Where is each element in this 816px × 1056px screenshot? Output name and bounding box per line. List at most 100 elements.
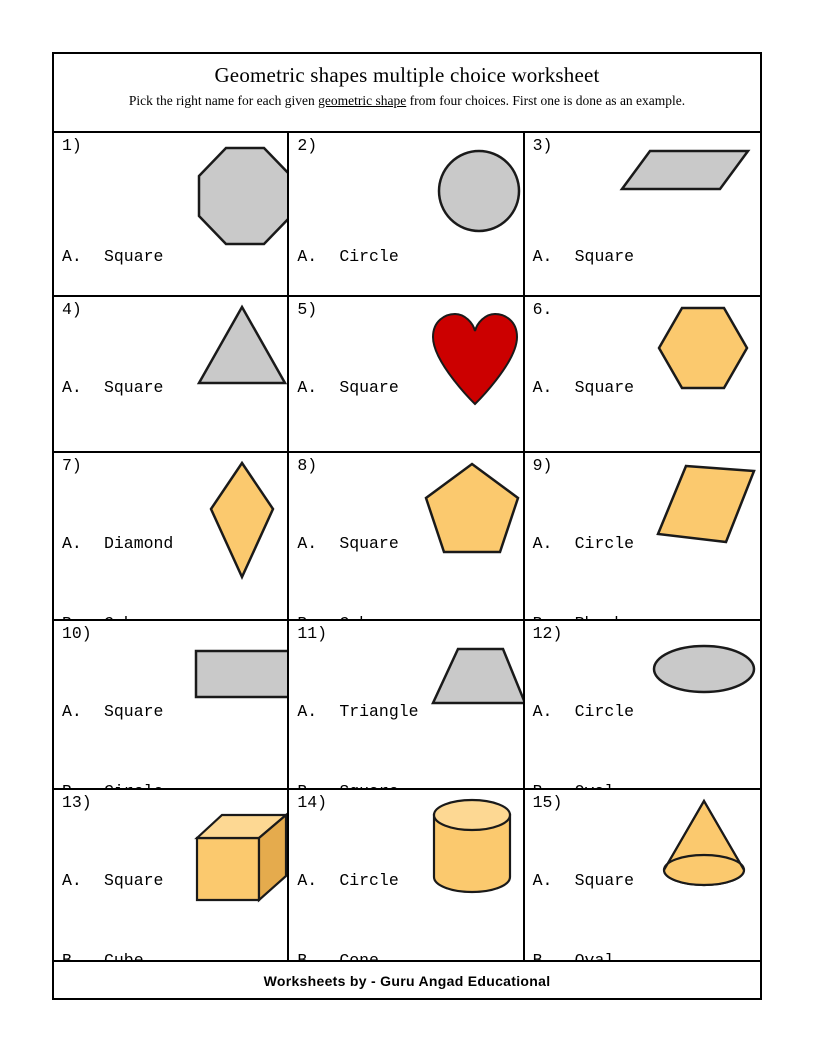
option-b-text: Cube [104, 614, 144, 620]
option-b-label: B. [297, 950, 318, 961]
option-a-label: A. [532, 702, 553, 721]
parallelogram-shape [619, 149, 751, 191]
question-cell-10: 10) A.Square B.Circle C.Pentagon D.Recta… [54, 621, 290, 790]
option-a[interactable]: A. Circle [297, 244, 428, 271]
option-b[interactable]: B.Oval [533, 948, 654, 961]
question-number: 9) [532, 456, 553, 475]
option-a-text: Square [574, 247, 635, 266]
options-list: A.Diamond B.Cube C.Octagon D.Triangle [62, 478, 183, 620]
option-a[interactable]: A. Circle [533, 531, 654, 558]
option-a-text: Triangle [339, 702, 419, 721]
trapezoid-shape [431, 647, 523, 705]
option-b-text: Cube [339, 614, 379, 620]
option-a-text: Square [104, 247, 164, 266]
options-list: A.Square B.Pentagon C.Octagon D.Hexagon [533, 322, 654, 451]
question-number: 14) [297, 793, 328, 812]
question-cell-13: 13) A.Square B.Cube C.Octagon D.Triangle [54, 790, 290, 960]
instructions-text: Pick the right name for each given geome… [54, 93, 760, 109]
option-b-text: Oval [574, 950, 615, 961]
option-a[interactable]: A. Square [297, 531, 418, 558]
page-title: Geometric shapes multiple choice workshe… [214, 63, 600, 87]
option-b[interactable]: B. Cone [297, 948, 418, 961]
worksheet-header: Geometric shapes multiple choice workshe… [54, 54, 760, 133]
question-cell-12: 12) A.Circle B.Oval C.Ring D.Square [524, 621, 760, 790]
question-number: 12) [532, 624, 563, 643]
option-b[interactable]: B.Rhombus [533, 611, 654, 620]
footer-credit-text: Worksheets by - Guru Angad Educational [263, 973, 551, 989]
option-a-text: Square [104, 871, 164, 890]
option-a-label: A. [532, 247, 553, 266]
question-cell-4: 4) A.Square B.Cube C.Octagon D.Triangle [54, 297, 290, 453]
option-a[interactable]: A. Square [62, 244, 183, 271]
option-a[interactable]: A. Square [533, 868, 654, 895]
cube-shape [194, 812, 288, 904]
instructions-underlined-term: geometric shape [318, 93, 407, 108]
option-b[interactable]: B.Cube [297, 611, 418, 620]
option-b-text: Cone [339, 950, 379, 961]
pentagon-shape [424, 462, 520, 554]
option-b-label: B. [297, 611, 339, 620]
instructions-part-1: Pick the right name for each given [128, 93, 319, 108]
option-b[interactable]: B.Cube [62, 948, 183, 961]
options-list: A.Square B.Cube C.Octagon D.Triangle [62, 815, 183, 960]
option-a[interactable]: A. Square [62, 868, 183, 895]
option-b-label: B. [62, 611, 104, 620]
option-b[interactable]: B.Square [297, 779, 428, 789]
oval-shape [652, 643, 756, 695]
cone-shape [655, 798, 753, 890]
question-cell-15: 15) A.Square B.Oval C.Triangle D.Cone [525, 790, 760, 960]
option-b-text: Square [339, 782, 398, 789]
option-a[interactable]: A. Circle [297, 868, 418, 895]
option-b[interactable]: B.Circle [62, 779, 193, 789]
option-a-label: A. [297, 702, 318, 721]
option-b-text: Rhombus [575, 614, 644, 620]
option-a-text: Circle [574, 534, 635, 553]
option-a-label: A. [62, 534, 82, 553]
option-a[interactable]: A. Circle [533, 699, 634, 726]
octagon-shape [197, 146, 288, 246]
option-a[interactable]: A. Square [533, 244, 704, 271]
question-cell-3: 3) A.Square B.Cube C.Parallelogram D.Tri… [524, 133, 760, 297]
option-b-label: B. [533, 611, 575, 620]
option-a[interactable]: A. Diamond [62, 531, 183, 558]
option-a-label: A. [62, 378, 82, 397]
option-a-text: Circle [339, 247, 399, 266]
diamond-shape [209, 460, 275, 581]
option-a-text: Square [574, 871, 635, 890]
option-a-label: A. [297, 378, 318, 397]
option-a-label: A. [62, 247, 82, 266]
options-list: A.Square B.Cube C.Octagon D.Triangle [62, 322, 183, 451]
options-list: A.Square B.Oval C.Triangle D.Cone [533, 815, 654, 960]
heart-shape [429, 311, 521, 406]
question-cell-11: 11) A.Triangle B.Square C.Rhombus D.Trap… [289, 621, 525, 790]
option-b-label: B. [297, 779, 339, 789]
option-b[interactable]: B.Oval [533, 779, 634, 789]
option-a[interactable]: A. Triangle [297, 699, 428, 726]
option-a[interactable]: A. Square [297, 375, 418, 402]
option-b[interactable]: B.Cube [62, 611, 183, 620]
option-a[interactable]: A. Square [62, 375, 183, 402]
question-number: 10) [62, 624, 92, 643]
question-number: 7) [62, 456, 82, 475]
options-list: A.Triangle B.Square C.Rhombus D.Trapezoi… [297, 646, 428, 789]
cylinder-shape [431, 798, 513, 896]
options-list: A.Circle B.Rhombus C.Octagon D.Cylinder [533, 478, 654, 620]
question-cell-1: 1) A.Square B.Cube C.Octagon D.Triangle [54, 133, 290, 297]
rhombus-shape [655, 464, 756, 544]
option-a-text: Square [574, 378, 635, 397]
option-a-label: A. [62, 702, 82, 721]
options-list: A.Square B.Circle C.Pentagon D.Rectangle [62, 646, 193, 789]
option-a-text: Circle [574, 702, 635, 721]
options-list: A.Circle B.Oval C.Ring D.Square [533, 646, 634, 789]
option-a[interactable]: A. Square [533, 375, 654, 402]
question-cell-6: 6. A.Square B.Pentagon C.Octagon D.Hexag… [524, 297, 760, 453]
question-number: 13) [62, 793, 92, 812]
option-b-text: Circle [104, 782, 163, 789]
question-cell-2: 2) A.Circle B.Triangle C.Rectangle D.Squ… [289, 133, 525, 297]
option-a-label: A. [297, 871, 318, 890]
circle-shape [437, 149, 521, 233]
option-a-label: A. [532, 534, 553, 553]
option-a[interactable]: A. Square [62, 699, 193, 726]
option-a-text: Circle [339, 871, 399, 890]
options-list: A.Square B.Cube C.Parallelogram D.Triang… [533, 191, 704, 295]
